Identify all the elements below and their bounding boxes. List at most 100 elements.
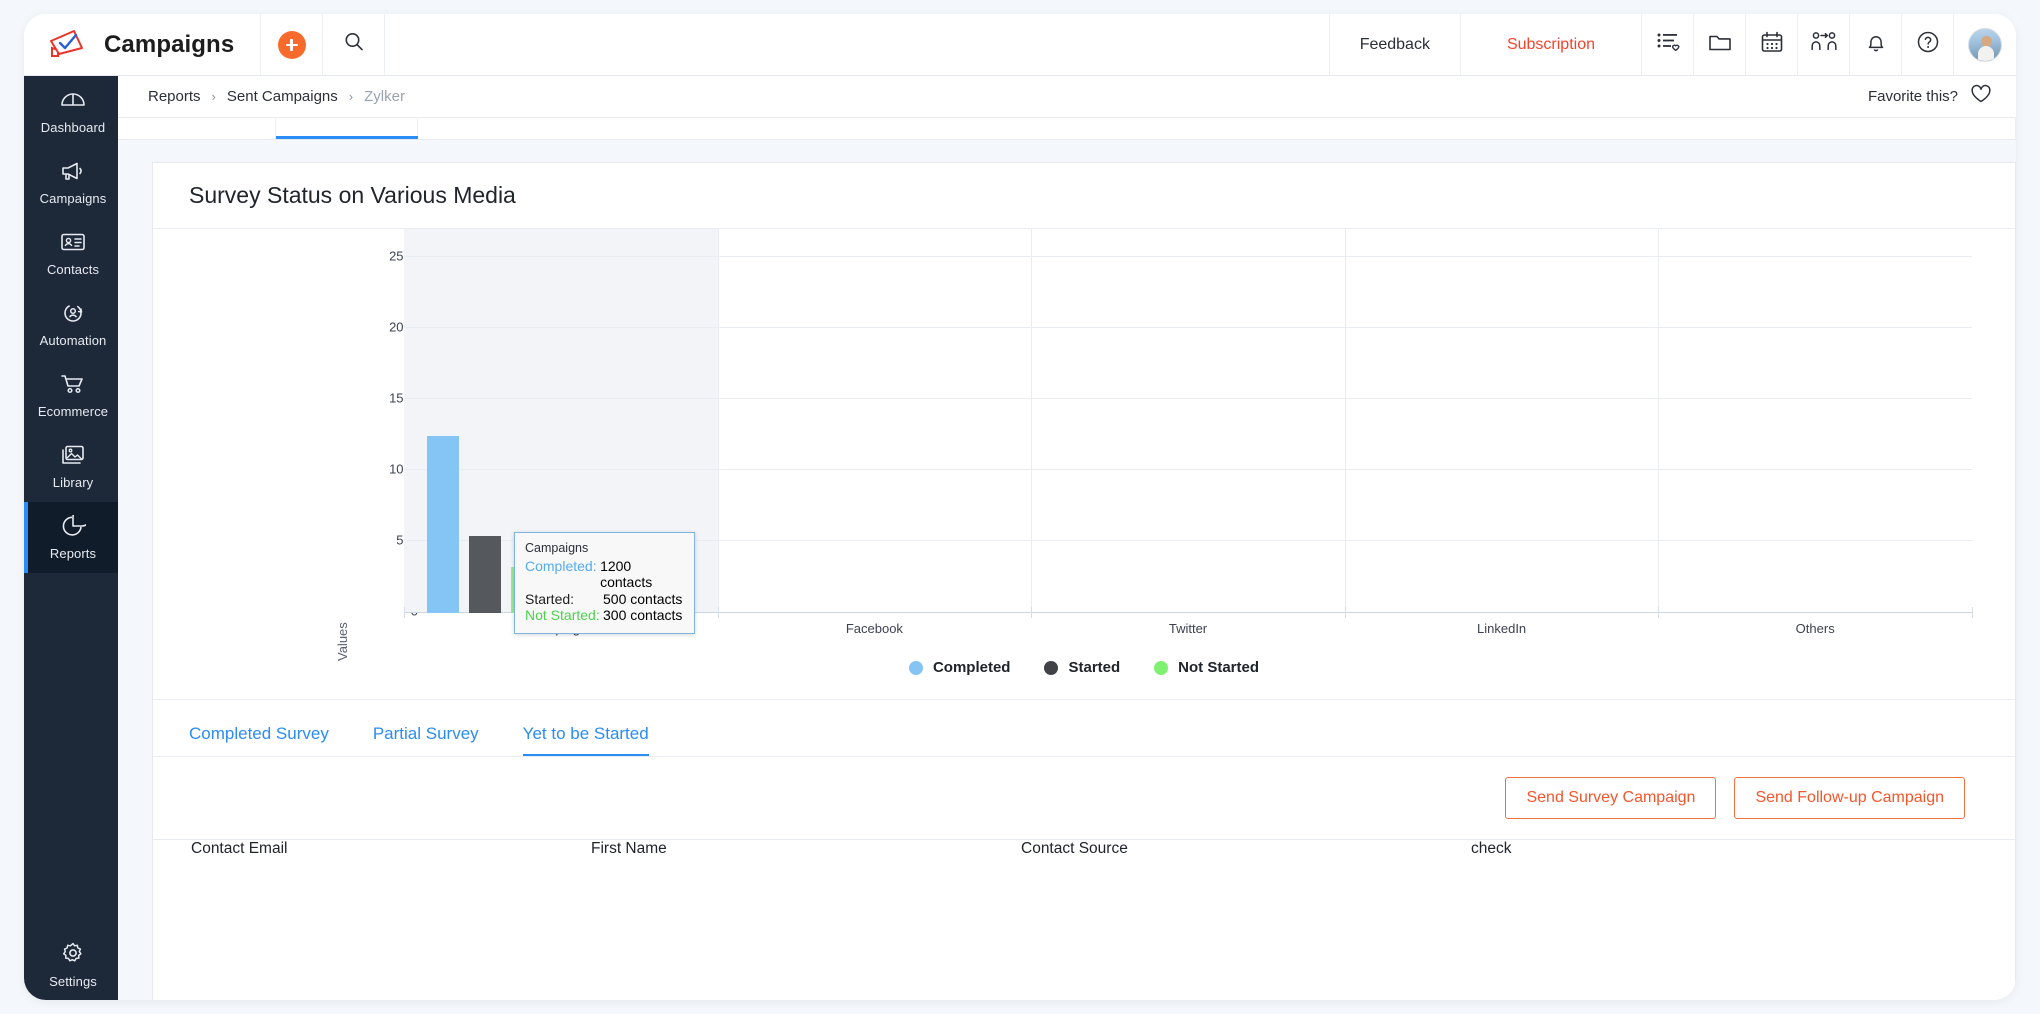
content-area: Reports › Sent Campaigns › Zylker Favori… xyxy=(118,76,2016,1000)
sidebar-item-library[interactable]: Library xyxy=(24,431,118,502)
send-survey-campaign-button[interactable]: Send Survey Campaign xyxy=(1505,777,1717,819)
tooltip-title: Campaigns xyxy=(525,541,589,555)
tooltip-key: Completed: xyxy=(525,558,597,574)
table-header-first-name[interactable]: First Name xyxy=(591,840,667,858)
send-followup-campaign-button[interactable]: Send Follow-up Campaign xyxy=(1734,777,1965,819)
breadcrumb-item-reports[interactable]: Reports xyxy=(148,88,201,105)
bell-icon-button[interactable] xyxy=(1850,14,1902,75)
x-tick-label: LinkedIn xyxy=(1477,621,1527,636)
megaphone-icon xyxy=(60,160,86,187)
sidebar: Dashboard Campaigns Contacts Automation … xyxy=(24,76,118,1000)
category-divider xyxy=(1344,229,1346,613)
breadcrumb-item-sent-campaigns[interactable]: Sent Campaigns xyxy=(227,88,338,105)
breadcrumb-separator: › xyxy=(348,89,354,104)
breadcrumb-separator: › xyxy=(211,89,216,104)
sidebar-item-label: Contacts xyxy=(46,262,100,277)
user-avatar[interactable] xyxy=(1954,14,2016,75)
list-heart-icon xyxy=(1656,31,1680,58)
card-header: Survey Status on Various Media xyxy=(153,163,2015,229)
bar-campaigns-completed[interactable] xyxy=(427,436,459,613)
page-title: Survey Status on Various Media xyxy=(189,182,516,208)
users-transfer-icon-button[interactable] xyxy=(1798,14,1850,75)
gridline xyxy=(404,256,1972,257)
sidebar-item-label: Reports xyxy=(49,546,97,561)
brand[interactable]: Campaigns xyxy=(24,14,262,75)
search-button[interactable] xyxy=(323,14,386,75)
gridline xyxy=(404,398,1972,399)
favorite-label: Favorite this? xyxy=(1867,88,1958,105)
megaphone-logo-icon xyxy=(48,28,88,62)
secondary-tab-strip xyxy=(118,117,2016,140)
legend-swatch-icon xyxy=(1044,660,1059,675)
table-header-contact-source[interactable]: Contact Source xyxy=(1021,840,1128,858)
ghost-tab-3[interactable] xyxy=(418,117,2016,139)
table-header-check[interactable]: check xyxy=(1471,840,1512,858)
tab-partial-survey[interactable]: Partial Survey xyxy=(351,724,501,757)
chart-legend: Completed Started Not Started xyxy=(153,659,2015,676)
legend-label: Not Started xyxy=(1178,659,1260,676)
report-card: Survey Status on Various Media Values 25… xyxy=(152,162,2016,1000)
sidebar-item-campaigns[interactable]: Campaigns xyxy=(24,147,118,218)
cart-icon xyxy=(60,373,86,400)
pie-chart-icon xyxy=(60,507,92,542)
tooltip-key: Not Started: xyxy=(525,607,600,624)
add-button[interactable] xyxy=(261,14,324,75)
folder-icon-button[interactable] xyxy=(1694,14,1746,75)
category-divider xyxy=(1658,229,1660,613)
tooltip-value: 500 contacts xyxy=(603,590,683,607)
gear-icon xyxy=(60,941,86,970)
bell-icon xyxy=(1865,31,1887,58)
legend-item-not-started[interactable]: Not Started xyxy=(1154,659,1259,676)
legend-label: Completed xyxy=(932,659,1011,676)
bar-campaigns-started[interactable] xyxy=(469,536,501,613)
help-circle-icon-button[interactable] xyxy=(1902,14,1954,75)
x-tick-label: Twitter xyxy=(1168,621,1208,636)
sidebar-item-label: Ecommerce xyxy=(37,404,109,419)
help-circle-icon xyxy=(1916,30,1940,59)
sidebar-item-dashboard[interactable]: Dashboard xyxy=(24,76,118,147)
breadcrumb-item-zylker: Zylker xyxy=(364,88,405,105)
action-buttons: Send Survey Campaign Send Follow-up Camp… xyxy=(153,757,2015,839)
chart-tooltip: Campaigns Completed: 1200 contacts Start… xyxy=(514,532,695,634)
list-heart-icon-button[interactable] xyxy=(1642,14,1694,75)
tab-completed-survey[interactable]: Completed Survey xyxy=(189,724,351,757)
heart-icon xyxy=(1970,84,1992,109)
x-tick-label: Others xyxy=(1795,621,1835,636)
sidebar-item-contacts[interactable]: Contacts xyxy=(24,218,118,289)
survey-tabs: Completed Survey Partial Survey Yet to b… xyxy=(153,699,2015,757)
app-window: Campaigns Feedback Subscription Dashboar… xyxy=(24,14,2016,1000)
sidebar-item-label: Dashboard xyxy=(40,120,106,135)
ghost-tab-1[interactable] xyxy=(118,117,276,139)
feedback-button[interactable]: Feedback xyxy=(1330,14,1461,75)
favorite-toggle[interactable]: Favorite this? xyxy=(1868,84,1992,109)
folder-icon xyxy=(1708,31,1732,58)
images-icon xyxy=(60,444,86,471)
tab-yet-to-be-started[interactable]: Yet to be Started xyxy=(501,724,671,757)
search-icon xyxy=(343,31,365,58)
legend-swatch-icon xyxy=(1154,660,1169,675)
tooltip-key: Started: xyxy=(525,590,575,607)
legend-item-started[interactable]: Started xyxy=(1044,659,1120,676)
calendar-icon xyxy=(1760,31,1784,58)
sidebar-item-label: Automation xyxy=(39,333,107,348)
gauge-icon xyxy=(60,89,86,116)
brand-title: Campaigns xyxy=(104,30,235,58)
breadcrumb: Reports › Sent Campaigns › Zylker xyxy=(148,88,405,105)
legend-item-completed[interactable]: Completed xyxy=(908,659,1011,676)
active-tab-underline xyxy=(276,136,418,139)
sidebar-item-settings[interactable]: Settings xyxy=(24,929,118,1000)
sidebar-item-ecommerce[interactable]: Ecommerce xyxy=(24,360,118,431)
category-divider xyxy=(717,229,719,613)
tooltip-row-started: Started: 500 contacts xyxy=(525,591,684,607)
subscription-button[interactable]: Subscription xyxy=(1461,14,1642,75)
bar-chart: Values 2500 2000 1500 1000 500 0 xyxy=(153,229,2015,699)
users-transfer-icon xyxy=(1810,31,1837,58)
plus-icon xyxy=(277,30,306,59)
sidebar-item-reports[interactable]: Reports xyxy=(24,502,118,573)
sidebar-item-label: Campaigns xyxy=(39,191,107,206)
tooltip-row-completed: Completed: 1200 contacts xyxy=(525,558,684,591)
sidebar-item-automation[interactable]: Automation xyxy=(24,289,118,360)
tooltip-row-not-started: Not Started: 300 contacts xyxy=(525,607,684,623)
table-header-contact-email[interactable]: Contact Email xyxy=(191,840,287,858)
calendar-icon-button[interactable] xyxy=(1746,14,1798,75)
